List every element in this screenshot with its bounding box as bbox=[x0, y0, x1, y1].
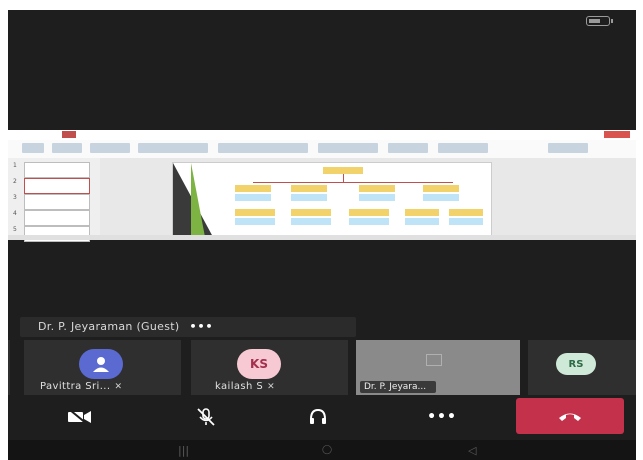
avatar: RS bbox=[556, 353, 596, 375]
presenter-more-icon[interactable]: ••• bbox=[189, 320, 213, 333]
avatar bbox=[79, 349, 123, 379]
avatar: KS bbox=[237, 349, 281, 379]
person-icon bbox=[93, 357, 109, 372]
camera-toggle-button[interactable] bbox=[60, 401, 100, 433]
headset-icon bbox=[310, 408, 326, 424]
presenter-name: Dr. P. Jeyaraman (Guest) bbox=[38, 320, 180, 333]
ppt-status-bar bbox=[8, 235, 636, 240]
call-controls: ••• bbox=[8, 397, 636, 437]
mic-off-icon bbox=[197, 408, 215, 426]
presenter-name-label[interactable]: Dr. P. Jeyaraman (Guest) ••• bbox=[20, 317, 356, 337]
end-call-button[interactable] bbox=[516, 398, 624, 434]
ppt-close-button bbox=[604, 131, 630, 138]
mic-muted-icon: ✕ bbox=[267, 382, 276, 392]
mic-toggle-button[interactable] bbox=[186, 401, 226, 433]
status-bar bbox=[8, 10, 636, 32]
battery-icon bbox=[586, 16, 613, 26]
slide-stripe-green bbox=[191, 163, 205, 237]
slide-canvas bbox=[100, 158, 636, 240]
participant-tile-pavittra[interactable]: Pavittra Sri... ✕ bbox=[24, 340, 181, 395]
battery-level bbox=[589, 19, 600, 23]
recent-apps-button[interactable]: ||| bbox=[178, 444, 189, 457]
current-slide bbox=[172, 162, 492, 238]
phone-screen: 1 2 3 4 5 Dr. P. Jeyaraman (Guest) ••• P… bbox=[8, 10, 636, 460]
system-nav-bar: ||| ◯ ◁ bbox=[8, 440, 636, 460]
participant-tile-rs[interactable]: RS bbox=[528, 340, 636, 395]
back-button[interactable]: ◁ bbox=[468, 444, 476, 457]
camera-placeholder-icon bbox=[426, 354, 442, 366]
home-button[interactable]: ◯ bbox=[322, 445, 332, 455]
participant-tile-jeyaraman[interactable]: Dr. P. Jeyara... bbox=[356, 340, 520, 395]
slide-thumbnail-pane: 1 2 3 4 5 bbox=[8, 158, 101, 242]
audio-device-button[interactable] bbox=[298, 401, 338, 433]
participant-tile-offscreen bbox=[8, 340, 10, 395]
ppt-tab-accent bbox=[62, 131, 76, 138]
more-options-button[interactable]: ••• bbox=[422, 401, 462, 433]
participant-strip[interactable]: Pavittra Sri... ✕ KS kailash S ✕ Dr. P. Je… bbox=[8, 340, 636, 395]
participant-label: Dr. P. Jeyara... bbox=[360, 381, 437, 393]
shared-screen[interactable]: 1 2 3 4 5 bbox=[8, 130, 636, 242]
video-off-icon bbox=[68, 409, 91, 425]
participant-label: Pavittra Sri... ✕ bbox=[40, 381, 123, 392]
mic-muted-icon: ✕ bbox=[114, 382, 123, 392]
phone-hangup-icon bbox=[559, 413, 581, 421]
ppt-ribbon bbox=[8, 140, 636, 159]
participant-tile-kailash[interactable]: KS kailash S ✕ bbox=[191, 340, 348, 395]
participant-label: kailash S ✕ bbox=[215, 381, 276, 392]
